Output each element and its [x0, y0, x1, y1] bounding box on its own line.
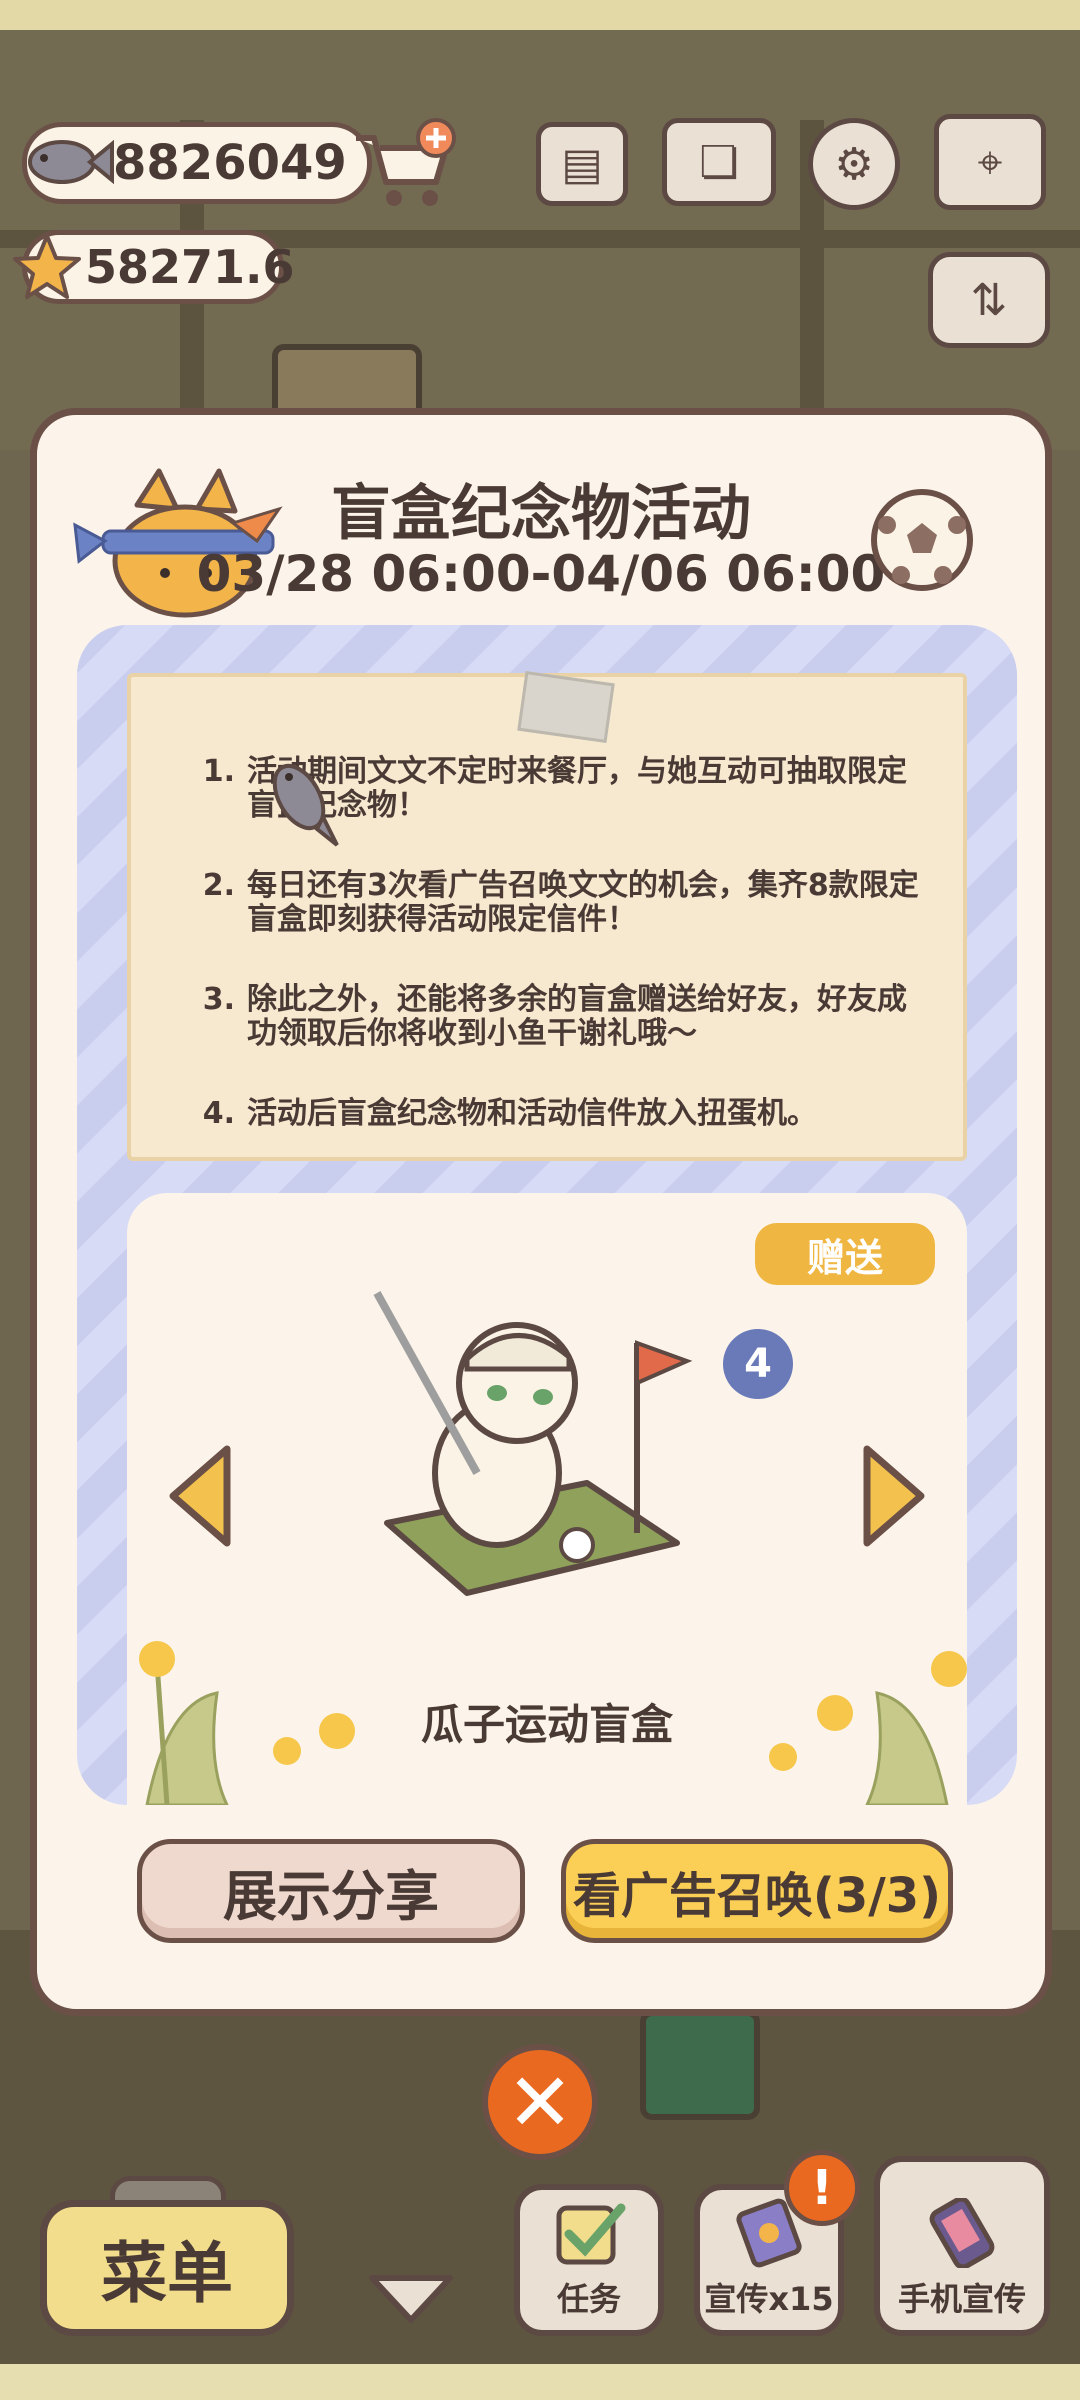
gear-icon[interactable]: ⚙: [808, 118, 900, 210]
blind-box-display: 赠送 4 瓜子运动盲盒: [127, 1193, 967, 1805]
navigation-strip: [0, 2364, 1080, 2400]
book-icon[interactable]: ❏: [662, 118, 776, 206]
star-count: 58271.6: [85, 240, 295, 294]
fish-count: 8826049: [113, 135, 347, 191]
alert-icon: !: [784, 2150, 860, 2226]
event-content-panel: 1. 活动期间文文不定时来餐厅，与她互动可抽取限定盲盒纪念物！ 2. 每日还有3…: [77, 625, 1017, 1805]
item-name: 瓜子运动盲盒: [420, 1700, 673, 1749]
phone-promo-button[interactable]: 手机宣传: [874, 2156, 1050, 2336]
status-strip: [0, 0, 1080, 30]
phone-icon: [929, 2198, 995, 2268]
event-dialog: 盲盒纪念物活动 03/28 06:00-04/06 06:00 1. 活动期间文…: [30, 408, 1052, 2016]
newspaper-icon[interactable]: ▤: [536, 122, 628, 206]
gift-button[interactable]: 赠送: [755, 1223, 935, 1285]
arrow-right-icon[interactable]: [857, 1441, 931, 1551]
fish-cursor-icon: [272, 763, 339, 847]
arrow-left-icon[interactable]: [163, 1441, 237, 1551]
task-label: 任务: [556, 2280, 621, 2318]
task-button[interactable]: 任务: [514, 2184, 664, 2336]
rule-item: 2. 每日还有3次看广告召唤文文的机会，集齐8款限定盲盒即刻获得活动限定信件！: [202, 868, 919, 937]
close-icon[interactable]: ✕: [482, 2044, 598, 2160]
rule-item: 4. 活动后盲盒纪念物和活动信件放入扭蛋机。: [202, 1096, 817, 1131]
rules-scroll: 1. 活动期间文文不定时来餐厅，与她互动可抽取限定盲盒纪念物！ 2. 每日还有3…: [127, 671, 967, 1161]
sort-toggle-icon[interactable]: ⇅: [928, 252, 1050, 348]
phone-promo-label: 手机宣传: [897, 2280, 1026, 2318]
share-button[interactable]: 展示分享: [137, 1839, 525, 1943]
cabinet: [640, 2010, 760, 2120]
star-icon: [13, 234, 81, 299]
promo-label: 宣传x15: [704, 2280, 834, 2318]
soccer-ball-icon: [871, 489, 973, 591]
cart-add-icon[interactable]: [350, 118, 460, 214]
chevron-down-icon[interactable]: [366, 2270, 456, 2326]
fish-icon: [28, 139, 114, 185]
rule-item: 3. 除此之外，还能将多余的盲盒赠送给好友，好友成功领取后你将收到小鱼干谢礼哦～: [202, 982, 907, 1051]
checkbox-icon: [556, 2203, 626, 2265]
watch-ad-button[interactable]: 看广告召唤(3/3): [561, 1839, 953, 1943]
menu-button[interactable]: 菜单: [40, 2200, 294, 2336]
item-count-badge: 4: [723, 1329, 793, 1399]
golf-cat-figure: [373, 1291, 693, 1596]
map-icon[interactable]: ⌖: [934, 114, 1046, 210]
